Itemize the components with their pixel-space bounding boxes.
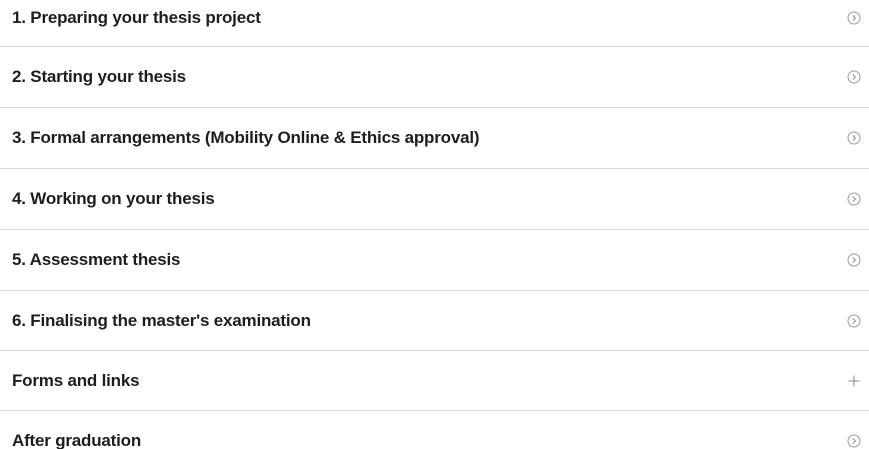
chevron-circle-right-icon: [847, 131, 861, 145]
accordion-item-after-graduation[interactable]: After graduation: [0, 411, 869, 449]
accordion-item-label: 1. Preparing your thesis project: [12, 8, 261, 27]
accordion-item-label: After graduation: [12, 431, 142, 449]
accordion-item-assessment-thesis[interactable]: 5. Assessment thesis: [0, 230, 869, 290]
accordion-item-label: 5. Assessment thesis: [12, 250, 181, 269]
plus-icon: [847, 374, 861, 388]
accordion-item-label: 6. Finalising the master's examination: [12, 311, 311, 330]
accordion-item-label: 4. Working on your thesis: [12, 189, 215, 208]
accordion-item-label: 3. Formal arrangements (Mobility Online …: [12, 128, 480, 147]
chevron-circle-right-icon: [847, 11, 861, 25]
accordion-item-label: 2. Starting your thesis: [12, 67, 186, 86]
chevron-circle-right-icon: [847, 70, 861, 84]
accordion-item-formal-arrangements[interactable]: 3. Formal arrangements (Mobility Online …: [0, 108, 869, 168]
accordion-item-preparing-thesis-project[interactable]: 1. Preparing your thesis project: [0, 0, 869, 48]
accordion-item-working-on-thesis[interactable]: 4. Working on your thesis: [0, 169, 869, 229]
chevron-circle-right-icon: [847, 314, 861, 328]
accordion-list: 1. Preparing your thesis project 2. Star…: [0, 0, 869, 449]
chevron-circle-right-icon: [847, 434, 861, 448]
accordion-item-forms-and-links[interactable]: Forms and links: [0, 351, 869, 411]
accordion-item-finalising-examination[interactable]: 6. Finalising the master's examination: [0, 291, 869, 351]
chevron-circle-right-icon: [847, 253, 861, 267]
chevron-circle-right-icon: [847, 192, 861, 206]
accordion-item-starting-thesis[interactable]: 2. Starting your thesis: [0, 47, 869, 107]
accordion-item-label: Forms and links: [12, 371, 140, 390]
